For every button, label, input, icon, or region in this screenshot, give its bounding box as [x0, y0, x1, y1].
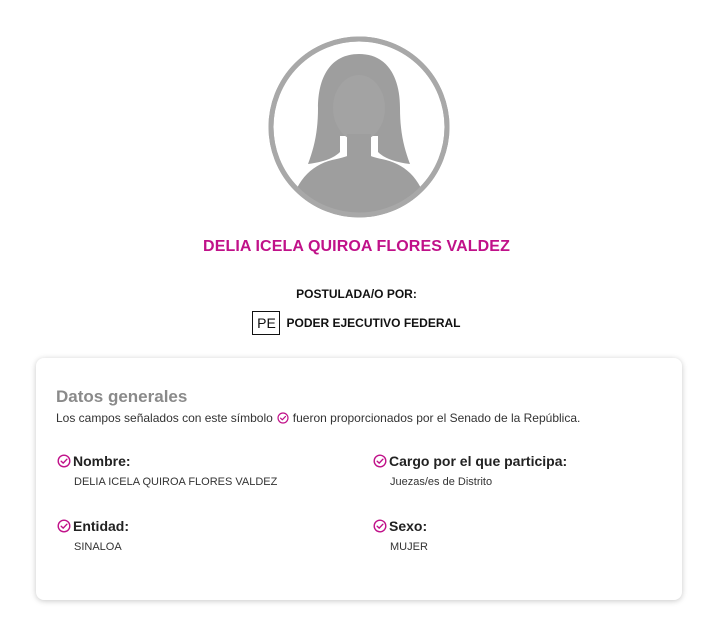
avatar [268, 36, 450, 218]
field-value: MUJER [390, 541, 428, 553]
candidate-name: DELIA ICELA QUIROA FLORES VALDEZ [203, 238, 510, 255]
general-data-card: Datos generales Los campos señalados con… [36, 358, 682, 600]
candidate-profile-page: DELIA ICELA QUIROA FLORES VALDEZ POSTULA… [0, 0, 713, 620]
description-text-end: fueron proporcionados por el Senado de l… [292, 411, 581, 425]
check-circle-icon [277, 412, 289, 424]
section-description: Los campos señalados con este símbolo fu… [56, 411, 580, 425]
field-cargo-label-row: Cargo por el que participa: [373, 453, 567, 469]
check-circle-icon [373, 519, 387, 533]
check-circle-icon [373, 454, 387, 468]
field-cargo: Cargo por el que participa: Juezas/es de… [373, 453, 567, 488]
check-circle-icon [57, 519, 71, 533]
field-entidad: Entidad: SINALOA [57, 518, 129, 553]
postulante-row: PE PODER EJECUTIVO FEDERAL [0, 311, 713, 335]
field-nombre: Nombre: DELIA ICELA QUIROA FLORES VALDEZ [57, 453, 277, 488]
field-value: DELIA ICELA QUIROA FLORES VALDEZ [74, 476, 278, 488]
field-label: Entidad: [73, 518, 129, 534]
field-value: SINALOA [74, 541, 122, 553]
field-sexo: Sexo: MUJER [373, 518, 428, 553]
check-circle-icon [57, 454, 71, 468]
postulada-label: POSTULADA/O POR: [296, 287, 417, 301]
female-silhouette-icon [268, 36, 450, 218]
field-entidad-label-row: Entidad: [57, 518, 129, 534]
field-label: Sexo: [389, 518, 428, 534]
description-text-start: Los campos señalados con este símbolo [56, 411, 273, 425]
field-label: Cargo por el que participa: [389, 453, 568, 469]
section-title: Datos generales [56, 387, 188, 406]
postulante-badge: PE [252, 311, 281, 335]
postulante-name: PODER EJECUTIVO FEDERAL [286, 316, 461, 330]
field-nombre-label-row: Nombre: [57, 453, 277, 469]
field-label: Nombre: [73, 453, 131, 469]
field-value: Juezas/es de Distrito [390, 476, 493, 488]
field-sexo-label-row: Sexo: [373, 518, 428, 534]
